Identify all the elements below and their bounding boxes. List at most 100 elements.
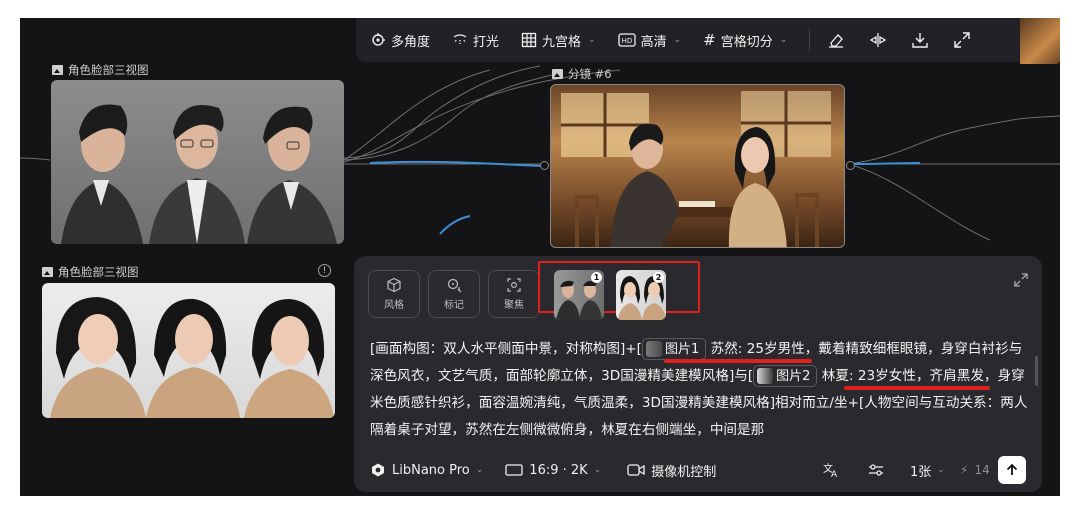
multi-angle-button[interactable]: 多角度 (370, 31, 430, 50)
image-ref-chip-2[interactable]: 图片2 (753, 365, 818, 387)
prompt-text: [画面构图：双人水平侧面中景，对称构图]+[ (370, 341, 642, 357)
node-caption-text: 角色脸部三视图 (58, 265, 139, 279)
nine-grid-dropdown[interactable]: 九宫格 ⌄ (521, 31, 596, 50)
reference-image-2[interactable]: 2 (616, 270, 666, 320)
translate-button[interactable]: 文A (822, 462, 840, 478)
arrow-up-icon (1006, 463, 1018, 475)
aspect-resolution-dropdown[interactable]: 16:9 · 2K ⌄ (505, 463, 601, 478)
fullscreen-button[interactable] (950, 28, 974, 52)
cafe-scene-illustration (561, 91, 831, 247)
eraser-button[interactable] (824, 28, 848, 52)
focus-label: 聚焦 (504, 300, 524, 311)
image-ref-chip-1[interactable]: 图片1 (642, 338, 707, 360)
grid-icon (521, 32, 537, 48)
chevron-down-icon: ⌄ (937, 465, 945, 475)
credit-value: 14 (974, 463, 990, 477)
node-caption: 角色脸部三视图 (52, 62, 149, 78)
cube-icon (387, 277, 401, 293)
lighting-label: 打光 (473, 34, 500, 50)
download-button[interactable] (908, 28, 932, 52)
style-button[interactable]: 风格 (368, 270, 420, 318)
image-icon (42, 267, 53, 277)
svg-text:HD: HD (621, 37, 632, 45)
model-dropdown[interactable]: LibNano Pro ⌄ (370, 462, 483, 478)
reference-number-badge: 2 (653, 272, 664, 283)
marker-icon (447, 278, 462, 293)
top-toolbar: 多角度 打光 九宫格 ⌄ HD 高清 ⌄ # 宫格切分 ⌄ (356, 18, 1032, 62)
reference-number-badge: 1 (591, 272, 602, 283)
lighting-button[interactable]: 打光 (452, 31, 499, 50)
flip-icon (870, 33, 887, 47)
nine-grid-label: 九宫格 (542, 34, 582, 50)
aspect-label: 16:9 · 2K (529, 462, 588, 478)
camera-icon (627, 464, 645, 476)
flip-button[interactable] (866, 28, 890, 52)
node-canvas[interactable]: 多角度 打光 九宫格 ⌄ HD 高清 ⌄ # 宫格切分 ⌄ 角色脸部三视图 角色… (20, 18, 1060, 496)
input-port[interactable] (540, 161, 549, 170)
settings-sliders-button[interactable] (868, 463, 884, 477)
multi-angle-label: 多角度 (391, 34, 431, 50)
model-label: LibNano Pro (392, 462, 470, 478)
node-caption: 分镜 #6 (552, 66, 612, 82)
male-face-views-image[interactable] (51, 80, 344, 244)
hash-icon: # (703, 31, 716, 49)
female-face-views-illustration (50, 297, 334, 418)
rotate-icon (372, 33, 385, 46)
grid-split-dropdown[interactable]: # 宫格切分 ⌄ (703, 31, 787, 50)
node-caption-text: 分镜 #6 (568, 67, 612, 81)
reference-image-1[interactable]: 1 (554, 270, 604, 320)
camera-control-button[interactable]: 摄像机控制 (627, 461, 716, 480)
expand-icon (1014, 273, 1028, 287)
prompt-panel: 风格 标记 聚焦 1 2 [画面构图：双人水平侧面中景，对称构图]+[图片1 … (354, 256, 1042, 492)
sliders-icon (869, 464, 883, 476)
credit-cost: ⚡ 14 (960, 463, 990, 477)
send-button[interactable] (998, 456, 1026, 484)
chip-thumbnail (646, 341, 662, 357)
svg-text:A: A (831, 470, 838, 478)
female-face-views-image[interactable] (42, 283, 335, 418)
aspect-ratio-icon (505, 464, 523, 476)
output-port[interactable] (846, 161, 855, 170)
download-icon (912, 33, 928, 48)
chevron-down-icon: ⌄ (588, 35, 596, 45)
marker-button[interactable]: 标记 (428, 270, 480, 318)
model-logo-icon (372, 463, 384, 477)
node-caption: 角色脸部三视图 (42, 264, 139, 280)
highlight-underline-2 (844, 386, 990, 390)
prompt-scrollbar[interactable] (1035, 356, 1038, 386)
style-label: 风格 (384, 300, 404, 311)
hd-dropdown[interactable]: HD 高清 ⌄ (617, 31, 682, 50)
image-count-label: 1张 (910, 464, 932, 480)
translate-icon: 文A (823, 462, 838, 478)
fullscreen-icon (954, 32, 970, 48)
grid-split-label: 宫格切分 (720, 34, 773, 50)
image-count-dropdown[interactable]: 1张 ⌄ (910, 461, 945, 480)
generation-settings-bar: LibNano Pro ⌄ 16:9 · 2K ⌄ 摄像机控制 文A 1张 ⌄ (370, 456, 1026, 484)
node-caption-text: 角色脸部三视图 (68, 63, 149, 77)
prompt-textarea[interactable]: [画面构图：双人水平侧面中景，对称构图]+[图片1 苏然: 25岁男性，戴着精致… (370, 336, 1030, 444)
hd-label: 高清 (640, 34, 667, 50)
marker-label: 标记 (444, 300, 464, 311)
light-icon (453, 34, 467, 44)
highlight-underline-1 (664, 359, 812, 363)
info-icon[interactable]: ! (318, 264, 331, 277)
chip-thumbnail (757, 368, 774, 384)
chevron-down-icon: ⌄ (779, 35, 788, 45)
expand-button[interactable] (1014, 272, 1028, 291)
image-icon (52, 65, 63, 75)
chip-label: 图片2 (776, 368, 811, 384)
partial-node-image[interactable] (1020, 18, 1060, 64)
chevron-down-icon: ⌄ (475, 465, 484, 475)
storyboard-shot-image[interactable] (550, 84, 845, 248)
male-face-views-illustration (61, 104, 337, 244)
hd-icon: HD (617, 33, 636, 47)
chevron-down-icon: ⌄ (673, 35, 682, 45)
lightning-icon: ⚡ (960, 463, 969, 477)
image-icon (552, 69, 563, 79)
focus-icon (507, 278, 521, 292)
chevron-down-icon: ⌄ (593, 465, 602, 475)
eraser-icon (829, 34, 844, 48)
focus-button[interactable]: 聚焦 (488, 270, 540, 318)
toolbar-divider (809, 29, 811, 51)
camera-label: 摄像机控制 (651, 464, 717, 480)
